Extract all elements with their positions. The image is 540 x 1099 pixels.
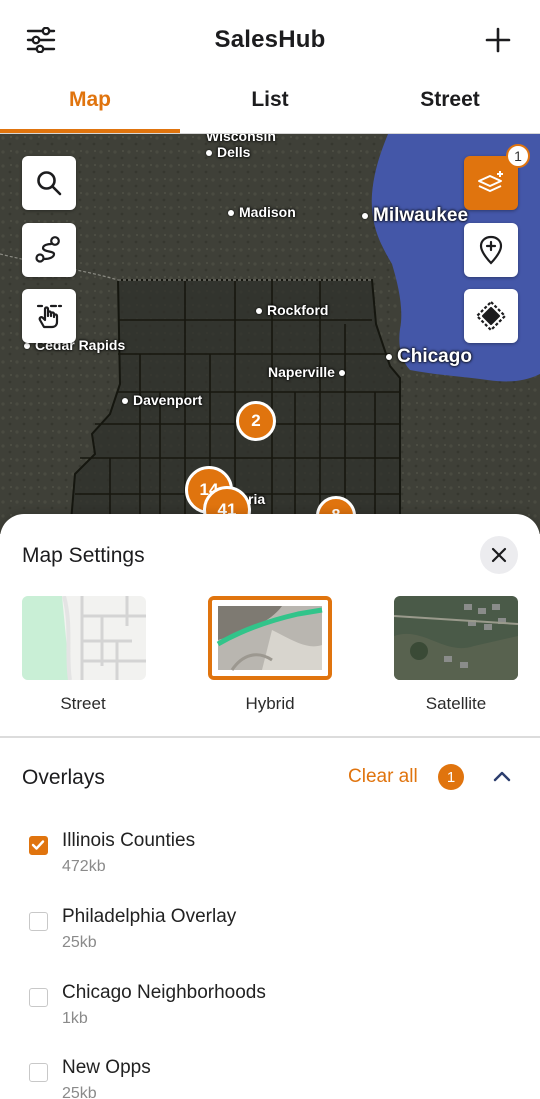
- tap-select-icon: [36, 304, 63, 329]
- overlay-checkbox[interactable]: [29, 836, 48, 855]
- style-label-street: Street: [60, 694, 106, 713]
- directions-icon: [475, 300, 507, 332]
- satellite-thumbnail: [394, 596, 518, 680]
- tab-street[interactable]: Street: [360, 80, 540, 134]
- map-settings-sheet: Map Settings Street Hybrid Satellite Ove…: [0, 514, 540, 1099]
- overlay-item-philadelphia[interactable]: Philadelphia Overlay 25kb: [0, 906, 540, 970]
- overlay-size: 1kb: [62, 1010, 88, 1027]
- layers-button[interactable]: 1: [464, 144, 530, 210]
- city-wisconsin-dells: Wisconsin Dells: [206, 134, 276, 160]
- clear-all-button[interactable]: Clear all: [348, 766, 418, 788]
- tab-list[interactable]: List: [180, 80, 360, 134]
- tab-map[interactable]: Map: [0, 80, 180, 134]
- close-icon: [491, 547, 507, 563]
- overlay-size: 25kb: [62, 1085, 97, 1099]
- overlay-checkbox[interactable]: [29, 912, 48, 931]
- overlay-item-new-opps[interactable]: New Opps 25kb: [0, 1057, 540, 1099]
- overlay-checkbox[interactable]: [29, 988, 48, 1007]
- street-thumbnail: [22, 596, 146, 680]
- hybrid-thumbnail: [212, 600, 328, 676]
- map-style-street[interactable]: [22, 596, 146, 680]
- style-label-satellite: Satellite: [425, 694, 487, 713]
- city-chicago: Chicago: [386, 346, 472, 368]
- route-icon: [35, 236, 60, 263]
- add-pin-icon: [479, 235, 503, 265]
- overlay-item-chicago-neighborhoods[interactable]: Chicago Neighborhoods 1kb: [0, 982, 540, 1046]
- chevron-up-icon: [493, 771, 511, 782]
- sheet-title: Map Settings: [22, 544, 145, 567]
- overlay-name: New Opps: [62, 1057, 151, 1078]
- overlay-name: Philadelphia Overlay: [62, 906, 237, 927]
- overlay-size: 472kb: [62, 858, 106, 875]
- overlay-name: Illinois Counties: [62, 830, 196, 851]
- city-naperville: Naperville: [268, 364, 350, 380]
- page-title: SalesHub: [214, 26, 326, 53]
- route-button[interactable]: [22, 223, 76, 277]
- selected-count-badge: 1: [438, 764, 464, 790]
- app-header: SalesHub: [0, 0, 540, 80]
- add-pin-button[interactable]: [464, 223, 518, 277]
- map-style-hybrid[interactable]: [208, 596, 332, 680]
- map-style-satellite[interactable]: [394, 596, 518, 680]
- add-button[interactable]: [478, 20, 518, 60]
- plus-icon: [485, 27, 511, 53]
- map-background: [0, 134, 540, 534]
- section-divider: [0, 736, 540, 738]
- overlay-name: Chicago Neighborhoods: [62, 982, 266, 1003]
- overlays-title: Overlays: [22, 766, 105, 789]
- layers-icon: [478, 171, 503, 192]
- overlay-checkbox[interactable]: [29, 1063, 48, 1082]
- layers-count-badge: 1: [506, 144, 530, 168]
- city-madison: Madison: [228, 204, 296, 220]
- view-tabs: Map List Street: [0, 80, 540, 134]
- checkmark-icon: [31, 840, 45, 850]
- city-milwaukee: Milwaukee: [362, 205, 468, 227]
- city-davenport: Davenport: [122, 392, 202, 408]
- tap-select-button[interactable]: [22, 289, 76, 343]
- overlay-size: 25kb: [62, 934, 97, 951]
- directions-button[interactable]: [464, 289, 518, 343]
- cluster-marker[interactable]: 2: [236, 401, 276, 441]
- map-view[interactable]: Wisconsin Dells Madison Milwaukee Rockfo…: [0, 134, 540, 534]
- style-label-hybrid: Hybrid: [245, 694, 295, 713]
- city-rockford: Rockford: [256, 302, 328, 318]
- collapse-overlays-button[interactable]: [488, 762, 516, 790]
- map-search-button[interactable]: [22, 156, 76, 210]
- overlay-item-illinois-counties[interactable]: Illinois Counties 472kb: [0, 830, 540, 894]
- search-icon: [37, 171, 62, 196]
- close-button[interactable]: [480, 536, 518, 574]
